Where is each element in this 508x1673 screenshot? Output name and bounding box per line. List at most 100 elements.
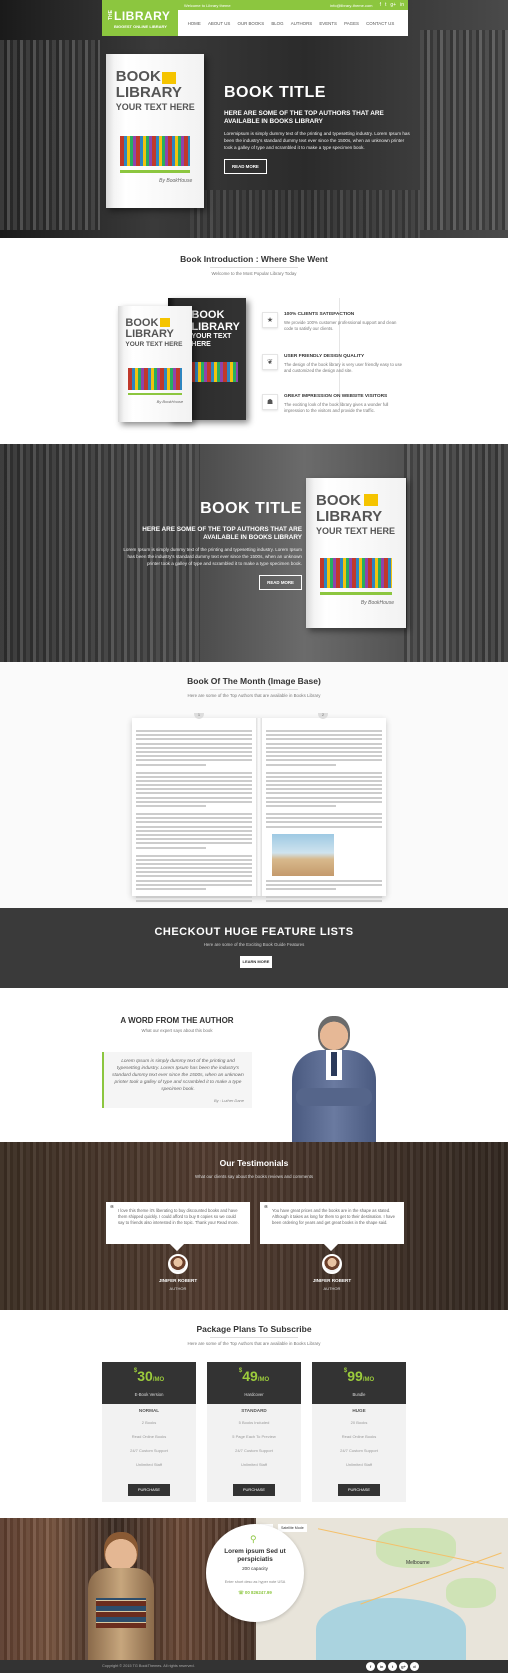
welcome-text: Welcome to Library theme [184, 3, 231, 8]
intro-section: Book Introduction : Where She Went Welco… [0, 238, 508, 444]
footer: Copyright © 2015 TG BookThemes. All righ… [0, 1660, 508, 1673]
nav-events[interactable]: EVENTS [316, 21, 341, 26]
text-line [266, 900, 382, 903]
testimonial-name: JINIFER ROBERT [312, 1278, 352, 1283]
book-of-month-section: Book Of The Month (Image Base) Here are … [0, 662, 508, 908]
email-link[interactable]: info@library-theme.com [330, 3, 373, 8]
checkout-subtitle: Here are some of the Exciting Book Guide… [203, 942, 305, 947]
satellite-tab[interactable]: Satellite Mode [278, 1524, 307, 1532]
text-line [136, 888, 206, 890]
plan-item: 2 Books [141, 1420, 157, 1425]
testimonial-card: “ I love this theme it's liberating to b… [106, 1202, 250, 1252]
purchase-button[interactable]: PURCHASE [233, 1484, 275, 1496]
nav-authors[interactable]: AUTHORS [287, 21, 316, 26]
map-park [446, 1578, 496, 1608]
testimonial-card: “ You have great prices and the books ar… [260, 1202, 404, 1252]
text-line [136, 875, 252, 878]
plan-level: STANDARD [241, 1408, 267, 1413]
read-more-button[interactable]: READ MORE [259, 575, 302, 590]
purchase-button[interactable]: PURCHASE [128, 1484, 170, 1496]
facebook-icon[interactable]: f [380, 2, 381, 8]
text-line [136, 779, 252, 782]
linkedin-icon[interactable]: in [377, 1662, 386, 1671]
text-line [266, 738, 382, 741]
text-line [136, 883, 252, 886]
plan-item: Unlimited Staff [241, 1462, 267, 1467]
bom-subtitle: Here are some of the Top Authors that ar… [187, 693, 321, 698]
plan-name: Bundle [352, 1392, 366, 1397]
price-period: /MO [362, 1377, 375, 1383]
learn-more-button[interactable]: LEARN MORE [240, 956, 272, 968]
read-more-button[interactable]: READ MORE [224, 159, 267, 174]
bookshelf-image [400, 444, 508, 662]
book-cover-line: YOUR TEXT HERE [125, 340, 183, 348]
contact-section: Map Satellite Mode Melbourne ⚲ Lorem ips… [0, 1518, 508, 1673]
text-line [136, 896, 252, 898]
users-icon: ☗ [262, 394, 278, 410]
text-line [136, 746, 252, 749]
logo[interactable]: THE LIBRARY BIGGEST ONLINE LIBRARY [102, 0, 178, 36]
text-line [136, 775, 252, 778]
book-cover-line: YOUR TEXT HERE [316, 525, 396, 536]
nav-contact-us[interactable]: CONTACT US [363, 21, 398, 26]
hero2-text: BOOK TITLE HERE ARE SOME OF THE TOP AUTH… [118, 500, 302, 590]
nav-home[interactable]: HOME [184, 21, 204, 26]
book-cover-line: LIBRARY [191, 320, 240, 333]
hero-section: THE LIBRARY BIGGEST ONLINE LIBRARY Welco… [0, 0, 508, 238]
text-line [266, 784, 382, 787]
checkout-title: CHECKOUT HUGE FEATURE LISTS [154, 926, 354, 938]
text-line [266, 821, 382, 824]
testimonial-text: You have great prices and the books are … [272, 1208, 395, 1225]
text-line [266, 883, 382, 886]
contact-address: Enter short desc as hyper note USA [224, 1580, 286, 1584]
plan-header: $49/MO Hardcover [207, 1362, 301, 1404]
twitter-icon[interactable]: t [385, 2, 386, 8]
text-line [266, 825, 382, 828]
star-icon: ★ [262, 312, 278, 328]
book-cover-line: LIBRARY [316, 507, 383, 525]
text-line [136, 792, 252, 795]
contact-capacity: 200 capacity [242, 1566, 268, 1571]
text-line [266, 730, 382, 732]
text-line [266, 742, 382, 745]
nav-about-us[interactable]: ABOUT US [204, 21, 234, 26]
book-cover-line: BOOK [115, 68, 161, 86]
book-cover-line: BOOK [191, 309, 225, 322]
purchase-button[interactable]: PURCHASE [338, 1484, 380, 1496]
twitter-icon[interactable]: t [388, 1662, 397, 1671]
page-text-lines [266, 730, 382, 903]
plan-normal: $30/MO E-Book Version NORMAL 2 Books Rea… [102, 1362, 196, 1502]
facebook-icon[interactable]: f [366, 1662, 375, 1671]
plan-name: E-Book Version [134, 1392, 164, 1397]
main-nav: HOME ABOUT US OUR BOOKS BLOG AUTHORS EVE… [178, 10, 408, 36]
book-badge [162, 72, 176, 84]
google-plus-icon[interactable]: g+ [390, 2, 396, 8]
text-line [136, 825, 252, 828]
nav-our-books[interactable]: OUR BOOKS [234, 21, 268, 26]
leaf-icon: ❦ [262, 354, 278, 370]
price-value: 30 [137, 1368, 153, 1384]
linkedin-icon[interactable]: in [400, 2, 404, 8]
pricing-subtitle: Here are some of the Top Authors that ar… [187, 1341, 321, 1346]
nav-blog[interactable]: BLOG [268, 21, 287, 26]
footer-social: f in t g+ d [366, 1662, 419, 1671]
book-cover-line: LIBRARY [115, 84, 182, 102]
page-number: 1 [194, 713, 204, 719]
plan-item: 24/7 Custom Support [235, 1448, 273, 1453]
plan-item: Read Online Books [131, 1434, 167, 1439]
contact-phone[interactable]: ☏ 00 826247.99 [206, 1590, 304, 1596]
bom-title: Book Of The Month (Image Base) [187, 676, 321, 686]
logo-tagline: BIGGEST ONLINE LIBRARY [114, 24, 167, 29]
nav-pages[interactable]: PAGES [341, 21, 363, 26]
book-cover-line: YOUR TEXT HERE [115, 101, 195, 112]
text-line [136, 784, 252, 787]
page-text-lines [136, 730, 252, 903]
quote-icon: “ [110, 1204, 114, 1213]
divider [210, 267, 298, 268]
google-plus-icon[interactable]: g+ [399, 1662, 408, 1671]
book-cover-line: LIBRARY [125, 328, 174, 341]
feature-desc: The design of the book library is very u… [284, 362, 402, 373]
open-book-preview[interactable]: 1 2 [132, 713, 386, 903]
bookshelf-image [420, 30, 508, 230]
dribbble-icon[interactable]: d [410, 1662, 419, 1671]
